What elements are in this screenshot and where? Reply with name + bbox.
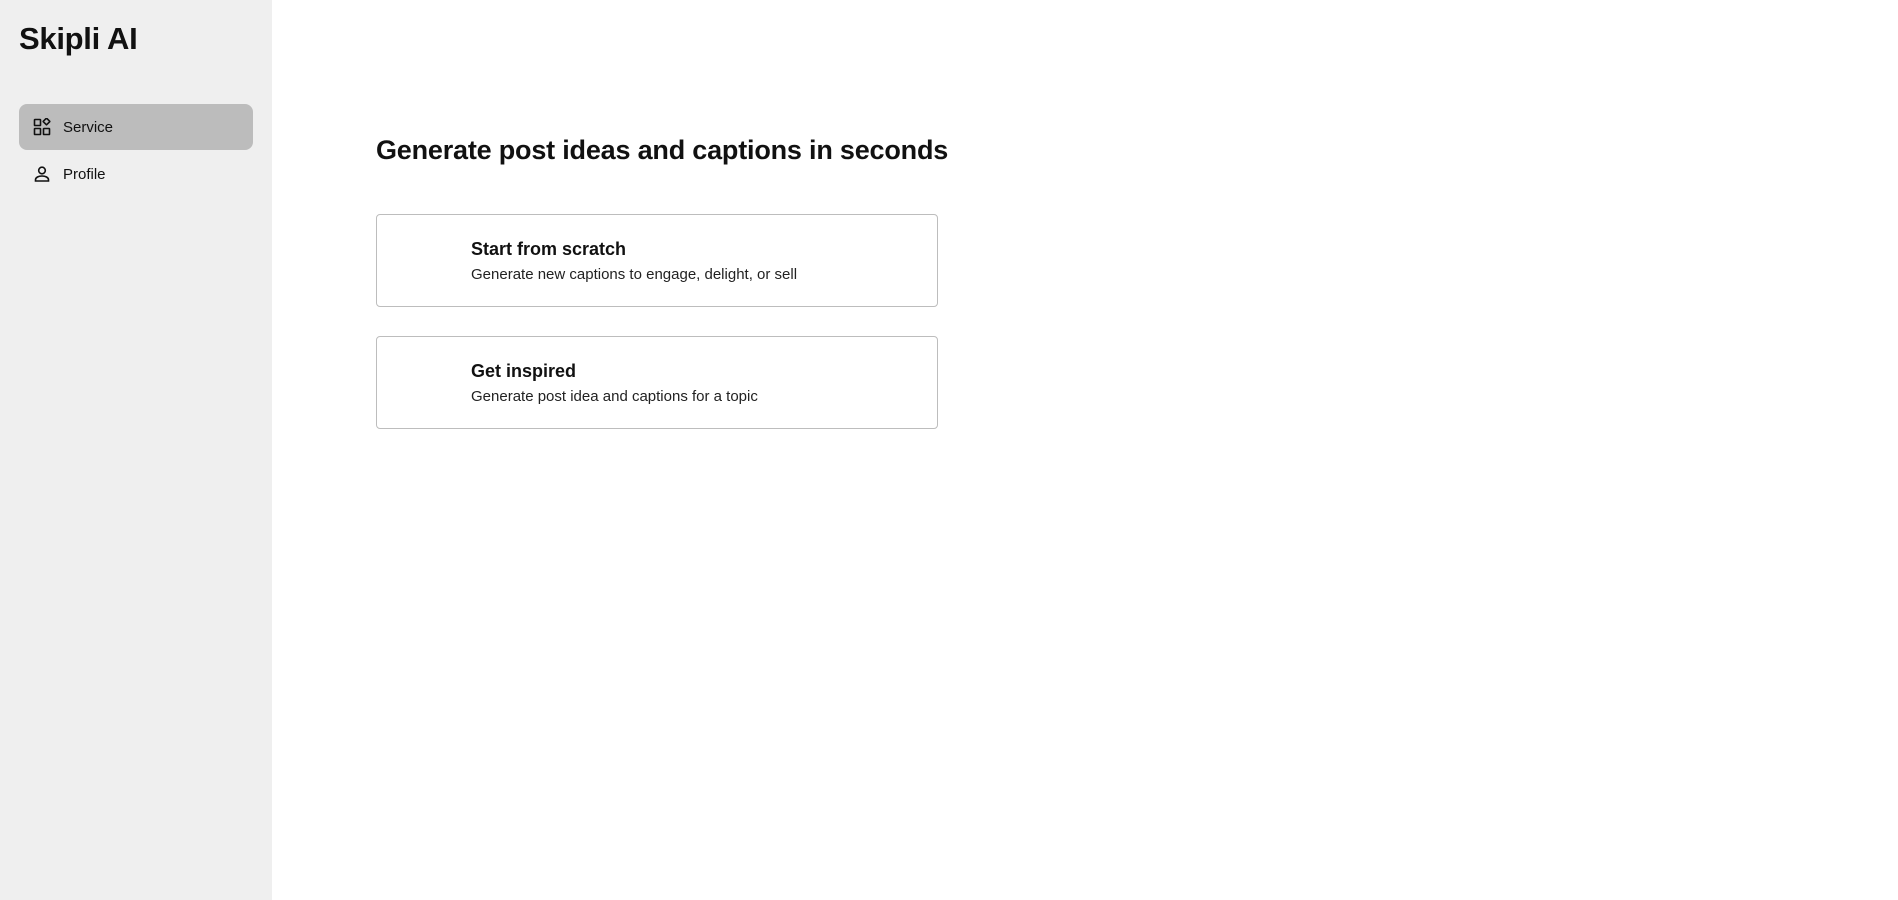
card-description: Generate new captions to engage, delight… — [471, 265, 798, 283]
main-content: Generate post ideas and captions in seco… — [272, 0, 1898, 900]
sidebar: Skipli AI Service Profile — [0, 0, 272, 900]
get-inspired-card[interactable]: Get inspired Generate post idea and capt… — [376, 336, 938, 429]
card-description: Generate post idea and captions for a to… — [471, 387, 758, 405]
start-from-scratch-card[interactable]: Start from scratch Generate new captions… — [376, 214, 938, 307]
brand-logo-text[interactable]: Skipli AI — [19, 20, 253, 58]
sidebar-item-label: Service — [63, 118, 114, 136]
sidebar-item-service[interactable]: Service — [19, 104, 253, 150]
app-shell: Skipli AI Service Profile Generate post … — [0, 0, 1898, 900]
card-title: Start from scratch — [471, 238, 627, 259]
option-cards: Start from scratch Generate new captions… — [376, 214, 1898, 429]
page-title: Generate post ideas and captions in seco… — [376, 135, 949, 165]
card-title: Get inspired — [471, 360, 577, 381]
sidebar-item-profile[interactable]: Profile — [19, 151, 253, 197]
sidebar-nav: Service Profile — [19, 104, 253, 197]
sidebar-item-label: Profile — [63, 165, 106, 183]
person-icon — [33, 165, 51, 183]
dashboard-icon — [33, 118, 51, 136]
